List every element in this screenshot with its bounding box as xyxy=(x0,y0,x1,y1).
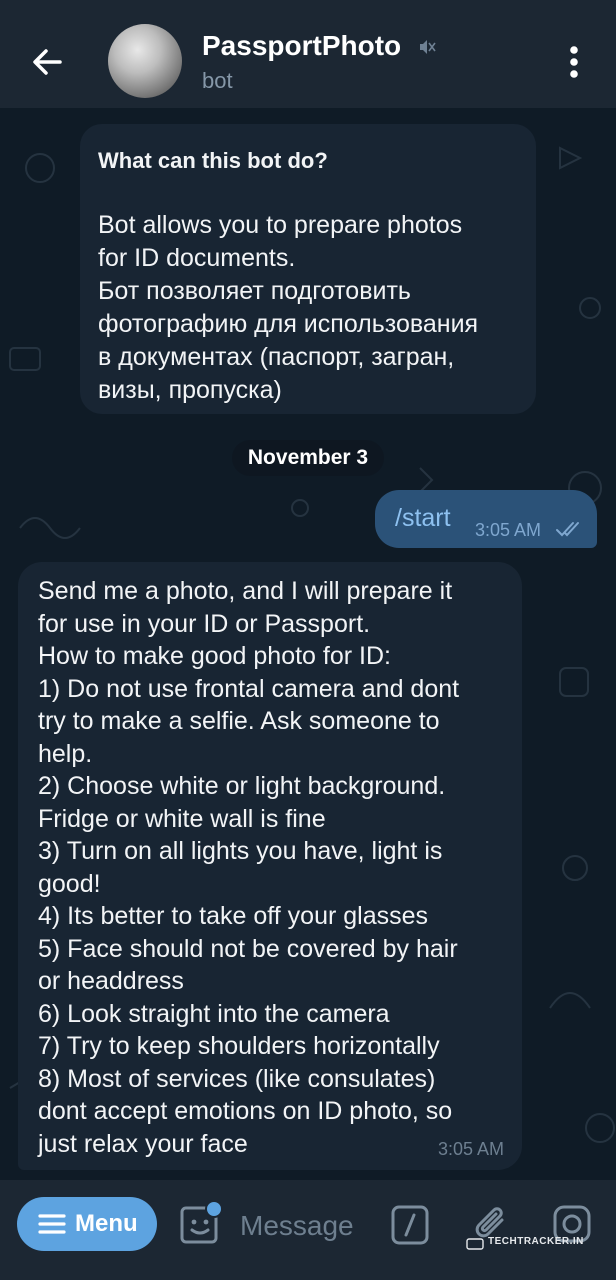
back-button[interactable] xyxy=(24,38,72,86)
watermark-icon xyxy=(466,1238,484,1250)
menu-button-label: Menu xyxy=(75,1210,138,1237)
incoming-message[interactable]: Send me a photo, and I will prepare it f… xyxy=(18,562,522,1170)
outgoing-message-time: 3:05 AM xyxy=(475,520,542,540)
message-input-bar: Menu xyxy=(0,1180,616,1280)
bot-info-body: Bot allows you to prepare photos for ID … xyxy=(98,211,479,404)
outgoing-message-text: /start xyxy=(395,504,451,532)
more-options-button[interactable] xyxy=(560,42,588,82)
double-check-icon xyxy=(556,522,579,537)
mute-icon xyxy=(418,38,436,61)
back-arrow-icon xyxy=(33,49,62,75)
incoming-message-time: 3:05 AM xyxy=(437,1139,504,1159)
incoming-message-text: Send me a photo, and I will prepare it f… xyxy=(38,577,460,1158)
date-separator: November 3 xyxy=(232,440,384,476)
outgoing-message[interactable]: /start 3:05 AM xyxy=(375,490,597,548)
more-vertical-icon xyxy=(570,46,578,78)
bot-command-icon xyxy=(391,1205,429,1245)
bot-info-title: What can this bot do? xyxy=(98,148,328,173)
notification-dot xyxy=(205,1200,223,1218)
menu-lines-icon xyxy=(38,1214,66,1234)
bot-info-card: What can this bot do? Bot allows you to … xyxy=(80,124,536,414)
chat-subtitle: bot xyxy=(202,68,233,93)
bot-command-button[interactable] xyxy=(390,1204,430,1246)
chat-header: PassportPhoto bot xyxy=(0,0,616,108)
chat-title[interactable]: PassportPhoto xyxy=(202,30,401,62)
message-input[interactable] xyxy=(238,1204,382,1248)
watermark-text: TECHTRACKER.IN xyxy=(488,1236,584,1247)
menu-button[interactable]: Menu xyxy=(17,1197,157,1251)
avatar[interactable] xyxy=(108,24,182,98)
